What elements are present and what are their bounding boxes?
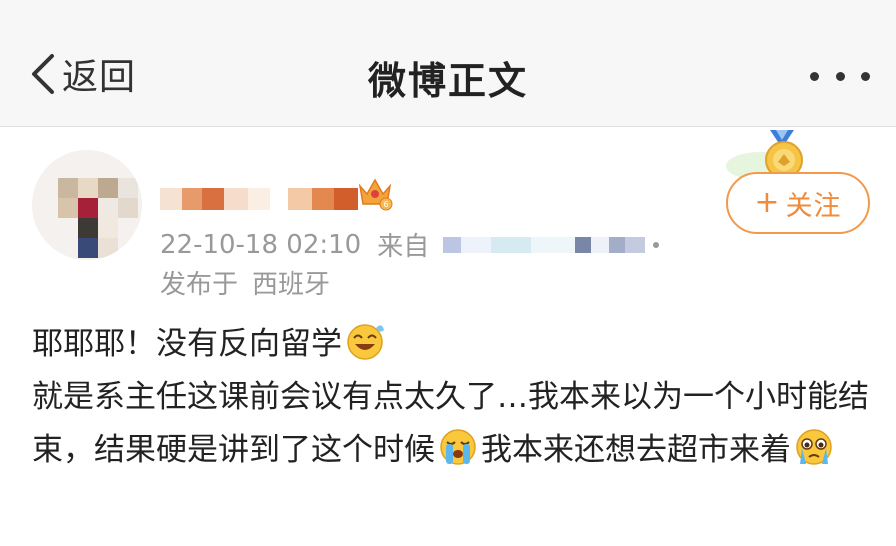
- follow-button[interactable]: + 关注: [726, 172, 870, 234]
- post-meta: 22-10-18 02:10 来自: [160, 226, 660, 263]
- post-text-1: 耶耶耶！没有反向留学: [32, 326, 342, 362]
- laughing-tears-emoji-icon: [347, 324, 384, 360]
- crying-emoji-icon: [440, 429, 476, 465]
- avatar[interactable]: [32, 150, 142, 260]
- plus-icon: +: [754, 185, 780, 220]
- location-prefix: 发布于: [160, 270, 239, 300]
- sobbing-emoji-icon: [796, 429, 832, 465]
- follow-label: 关注: [785, 190, 842, 222]
- source-blurred[interactable]: [443, 236, 660, 254]
- location-city: 西班牙: [252, 270, 331, 300]
- top-nav-bar: 返回 微博正文: [0, 0, 896, 127]
- post-text-3: 我本来还想去超市来着: [481, 432, 791, 468]
- page-title: 微博正文: [367, 59, 528, 103]
- more-dots-icon[interactable]: [810, 68, 870, 84]
- source-prefix: 来自: [377, 232, 430, 262]
- post-content: 耶耶耶！没有反向留学 就是系主任这课前会议有点太久了…我本来以为一个小时能结束，…: [32, 318, 872, 477]
- post-location: 发布于 西班牙: [160, 264, 330, 301]
- vip-crown-icon: 6: [358, 178, 393, 211]
- post-time: 22-10-18 02:10: [160, 229, 362, 260]
- username-blurred[interactable]: [160, 188, 358, 210]
- svg-text:6: 6: [383, 200, 388, 209]
